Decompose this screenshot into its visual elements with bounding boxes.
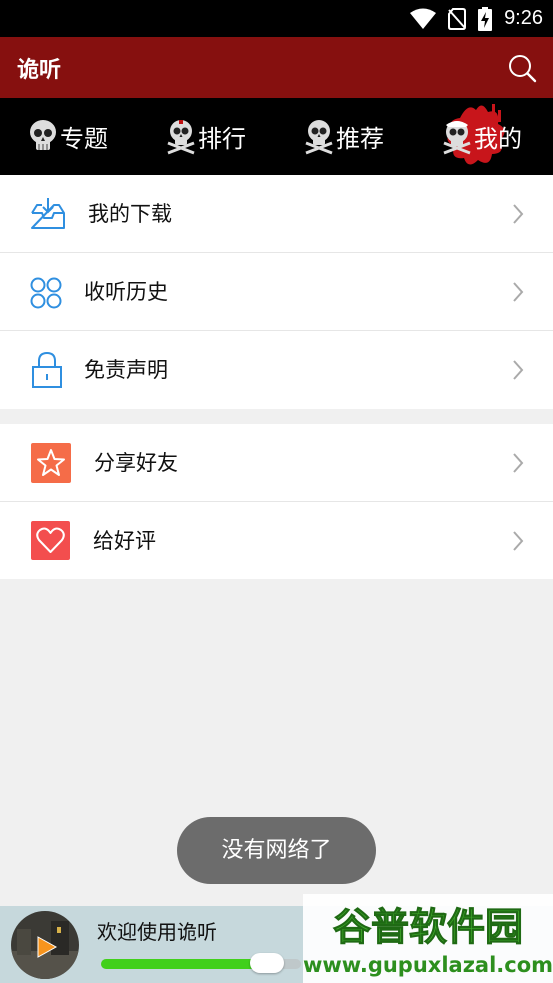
tab-topics[interactable]: 专题 [28,98,108,175]
player-title: 欢迎使用诡听 [97,920,217,944]
skull-icon [30,119,56,150]
menu-item-label: 我的下载 [88,202,172,226]
lock-icon [32,351,62,388]
svg-text:谷普软件园: 谷普软件园 [333,905,523,949]
status-time: 9:26 [504,7,543,29]
tab-bar: 专题 排行 推荐 我的 [0,98,553,175]
menu-item-rate[interactable]: 给好评 [0,502,553,580]
progress-bar[interactable] [101,953,301,973]
chevron-right-icon [513,531,524,551]
menu-group-secondary: 分享好友 给好评 [0,424,553,579]
play-icon [11,911,79,979]
album-cover[interactable] [11,911,79,979]
app-bar: 诡听 [0,37,553,98]
grid-circles-icon [30,277,62,309]
menu-item-label: 收听历史 [84,280,168,304]
chevron-right-icon [513,360,524,380]
tab-ranking[interactable]: 排行 [166,98,246,175]
status-icons: 9:26 [410,6,543,31]
no-sim-icon [448,7,467,30]
menu-item-share[interactable]: 分享好友 [0,424,553,502]
tab-label: 我的 [474,125,522,153]
tab-label: 排行 [198,125,246,153]
progress-fill [101,959,267,969]
progress-thumb[interactable] [250,953,284,973]
chevron-right-icon [513,453,524,473]
status-bar: 9:26 [0,0,553,37]
star-icon [31,443,71,483]
search-icon[interactable] [507,53,537,83]
skull-nurse-icon [443,120,471,154]
tab-recommend[interactable]: 推荐 [304,98,384,175]
skull-crossbones-icon [305,119,333,154]
menu-item-label: 给好评 [93,529,156,553]
svg-text:www.gupuxlazal.com: www.gupuxlazal.com [303,953,553,977]
menu-group-primary: 我的下载 收听历史 免责声明 [0,175,553,409]
menu-item-downloads[interactable]: 我的下载 [0,175,553,253]
menu-item-disclaimer[interactable]: 免责声明 [0,331,553,409]
watermark-logo: 谷普软件园 www.gupuxlazal.com [303,894,553,983]
toast-message: 没有网络了 [177,817,376,884]
tab-mine[interactable]: 我的 [442,98,522,175]
chevron-right-icon [513,282,524,302]
download-tray-icon [31,198,65,229]
chevron-right-icon [513,204,524,224]
menu-item-label: 分享好友 [94,451,178,475]
menu-item-history[interactable]: 收听历史 [0,253,553,331]
tab-label: 专题 [60,125,108,153]
battery-charging-icon [478,6,493,31]
wifi-icon [410,8,437,29]
menu-item-label: 免责声明 [84,358,168,382]
heart-icon [31,521,70,560]
tab-label: 推荐 [336,125,384,153]
skull-crossbones-icon [167,119,195,154]
app-title: 诡听 [17,58,62,83]
